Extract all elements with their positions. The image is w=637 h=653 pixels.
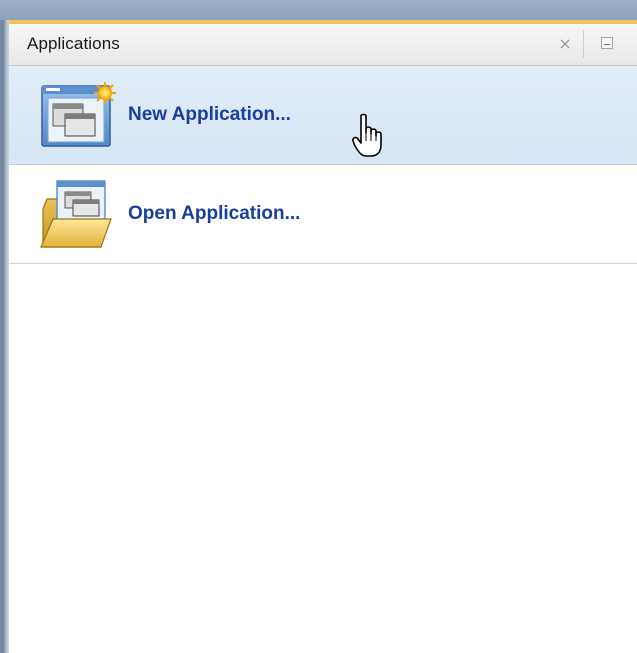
new-application-icon xyxy=(41,82,116,147)
panel-header: Applications × xyxy=(9,24,637,66)
close-icon[interactable]: × xyxy=(554,33,576,55)
open-application-label[interactable]: Open Application... xyxy=(128,203,300,225)
panel-title: Applications xyxy=(27,34,120,53)
left-frame-edge xyxy=(0,20,9,653)
open-application-icon xyxy=(40,180,112,248)
applications-panel: Applications × New Application... Open A… xyxy=(9,20,637,653)
header-separator xyxy=(583,30,584,58)
hand-cursor-icon xyxy=(352,113,382,157)
new-application-item[interactable]: New Application... xyxy=(9,66,637,165)
open-application-item[interactable]: Open Application... xyxy=(9,165,637,264)
new-application-label[interactable]: New Application... xyxy=(128,104,291,126)
minimize-icon[interactable] xyxy=(601,37,613,49)
window-top-bar xyxy=(0,0,637,20)
